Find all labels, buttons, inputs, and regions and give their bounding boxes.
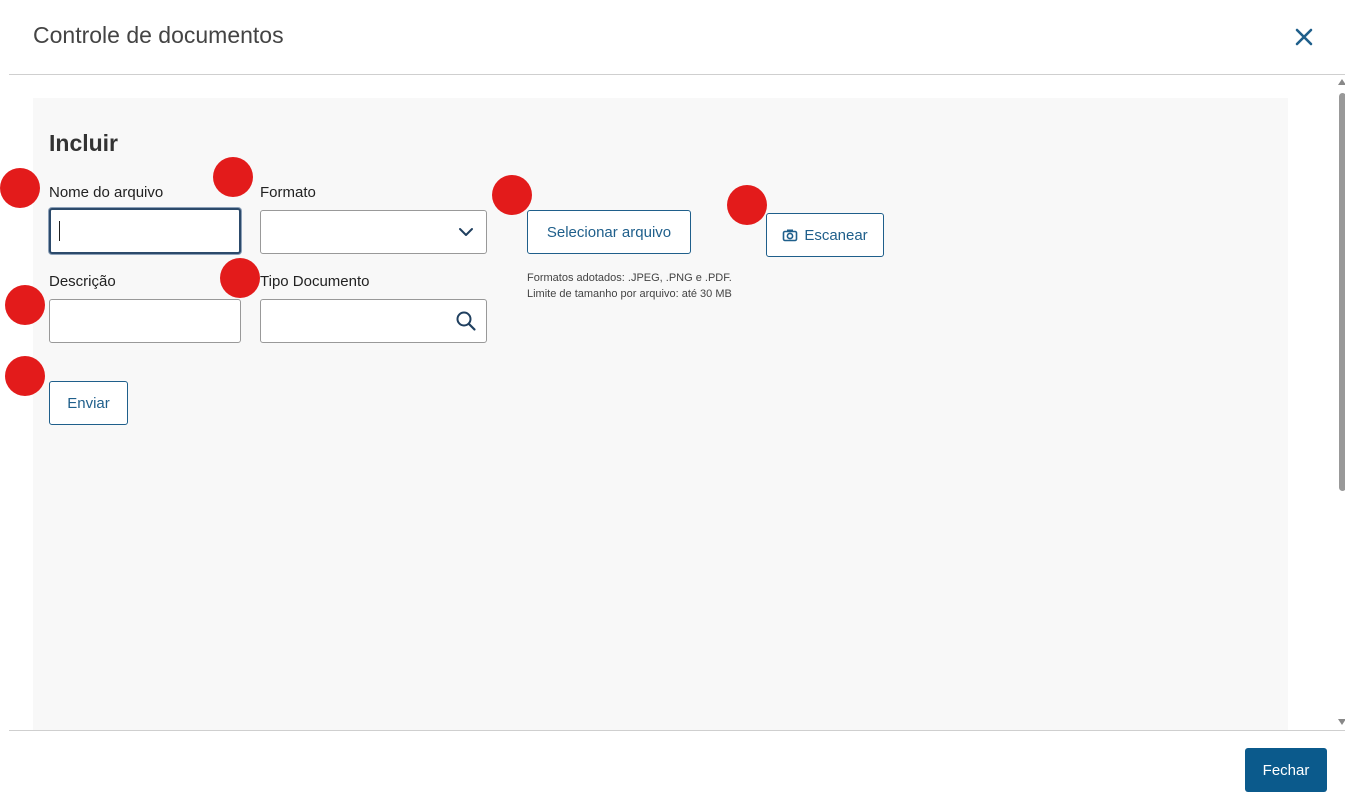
close-button[interactable]: Fechar — [1245, 748, 1327, 792]
send-button[interactable]: Enviar — [49, 381, 128, 425]
tipo-documento-input[interactable] — [260, 299, 487, 343]
modal-title: Controle de documentos — [33, 22, 284, 48]
annotation-marker — [727, 185, 767, 225]
annotation-marker — [5, 285, 45, 325]
nome-arquivo-input[interactable] — [49, 208, 241, 254]
scan-button-label: Escanear — [804, 226, 868, 244]
annotation-marker — [0, 168, 40, 208]
text-caret — [59, 221, 60, 241]
modal-body: Incluir Nome do arquivo Formato Selecion… — [9, 75, 1345, 730]
section-title: Incluir — [49, 130, 119, 156]
descricao-label: Descrição — [49, 273, 116, 290]
scan-button[interactable]: Escanear — [766, 213, 884, 257]
chevron-down-icon — [459, 228, 473, 236]
size-hint: Limite de tamanho por arquivo: até 30 MB — [527, 288, 732, 300]
select-file-button[interactable]: Selecionar arquivo — [527, 210, 691, 254]
modal-footer: Fechar — [9, 730, 1345, 809]
camera-icon — [783, 229, 798, 242]
annotation-marker — [492, 175, 532, 215]
descricao-input[interactable] — [49, 299, 241, 343]
vertical-scrollbar[interactable] — [1335, 75, 1345, 730]
tipo-documento-label: Tipo Documento — [260, 273, 370, 290]
formats-hint: Formatos adotados: .JPEG, .PNG e .PDF. — [527, 272, 732, 284]
formato-select[interactable] — [260, 210, 487, 254]
formato-label: Formato — [260, 184, 316, 201]
nome-arquivo-label: Nome do arquivo — [49, 184, 164, 201]
search-icon[interactable] — [455, 310, 477, 332]
document-control-modal: Controle de documentos Incluir Nome do a… — [9, 0, 1345, 809]
scrollbar-thumb[interactable] — [1339, 93, 1345, 491]
scroll-down-arrow-icon[interactable] — [1338, 719, 1345, 725]
close-icon[interactable] — [1293, 26, 1315, 48]
scroll-up-arrow-icon[interactable] — [1338, 79, 1345, 85]
annotation-marker — [220, 258, 260, 298]
modal-header: Controle de documentos — [9, 0, 1345, 75]
annotation-marker — [213, 157, 253, 197]
annotation-marker — [5, 356, 45, 396]
